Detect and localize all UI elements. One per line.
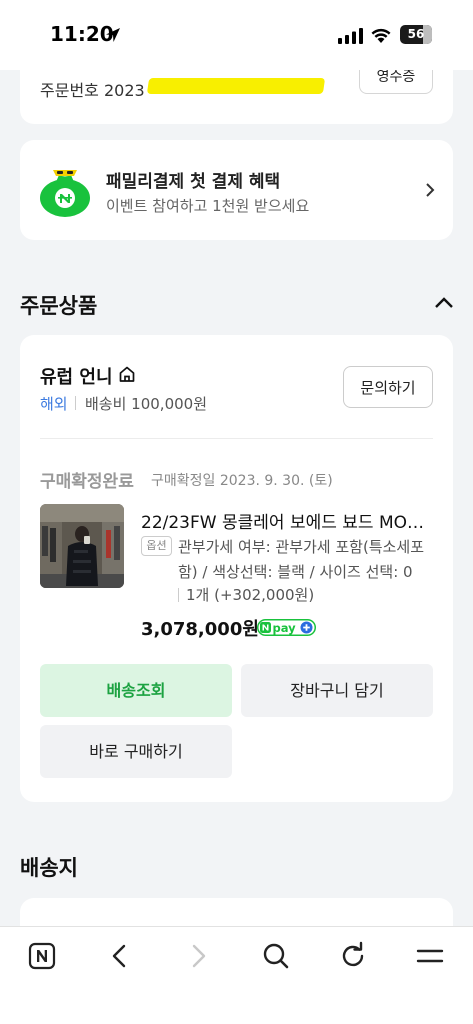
- shipping-fee: 배송비 100,000원: [85, 395, 207, 413]
- track-delivery-button[interactable]: 배송조회: [40, 664, 232, 717]
- order-number-label: 주문번호 2023: [40, 81, 145, 100]
- promo-subtitle: 이벤트 참여하고 1천원 받으세요: [106, 197, 310, 215]
- search-icon[interactable]: [261, 941, 291, 971]
- battery-indicator: 56: [400, 25, 432, 44]
- refresh-icon[interactable]: [338, 941, 368, 971]
- promo-title: 패밀리결제 첫 결제 혜택: [106, 172, 281, 192]
- confirm-date: 구매확정일 2023. 9. 30. (토): [151, 473, 333, 489]
- overseas-badge: 해외: [40, 395, 68, 413]
- inquiry-button[interactable]: 문의하기: [343, 366, 433, 408]
- money-bag-icon: [40, 170, 90, 217]
- seller-name[interactable]: 유럽 언니: [40, 363, 113, 389]
- family-payment-banner[interactable]: 패밀리결제 첫 결제 혜택 이벤트 참여하고 1천원 받으세요: [20, 140, 453, 240]
- npay-plus-badge: pay: [257, 619, 316, 636]
- divider: [75, 396, 76, 410]
- order-product-card: 유럽 언니 해외 배송비 100,000원 문의하기 구매확정완료 구매확정일 …: [20, 335, 453, 802]
- product-name[interactable]: 22/23FW 몽클레어 보에드 뵤드 MONCLER BOED: [141, 508, 433, 533]
- back-icon[interactable]: [105, 941, 135, 971]
- location-arrow-icon: [106, 28, 120, 42]
- order-number-redaction: [146, 78, 326, 94]
- order-status: 구매확정완료: [40, 472, 134, 492]
- divider: [40, 438, 433, 439]
- quantity-text: 1개 (+302,000원): [186, 586, 315, 604]
- forward-icon[interactable]: [183, 941, 213, 971]
- section-title-products: 주문상품: [20, 294, 98, 318]
- product-price: 3,078,000원: [141, 619, 259, 640]
- chevron-right-icon: [426, 183, 435, 197]
- chevron-up-icon[interactable]: [433, 294, 455, 310]
- store-home-icon[interactable]: [118, 365, 136, 383]
- section-title-shipping: 배송지: [20, 856, 78, 880]
- home-icon[interactable]: [27, 941, 57, 971]
- svg-text:pay: pay: [273, 621, 297, 635]
- menu-icon[interactable]: [415, 941, 445, 971]
- product-thumbnail[interactable]: [40, 504, 124, 588]
- browser-toolbar: [0, 926, 473, 1024]
- status-bar: 11:20 56: [0, 0, 473, 70]
- wifi-icon: [371, 28, 391, 43]
- divider: [178, 588, 179, 602]
- option-tag: 옵션: [141, 536, 172, 556]
- buy-now-button[interactable]: 바로 구매하기: [40, 725, 232, 778]
- signal-icon: [338, 28, 363, 44]
- option-text: 관부가세 여부: 관부가세 포함(특소세포함) / 색상선택: 블랙 / 사이즈…: [178, 538, 425, 581]
- add-to-cart-button[interactable]: 장바구니 담기: [241, 664, 433, 717]
